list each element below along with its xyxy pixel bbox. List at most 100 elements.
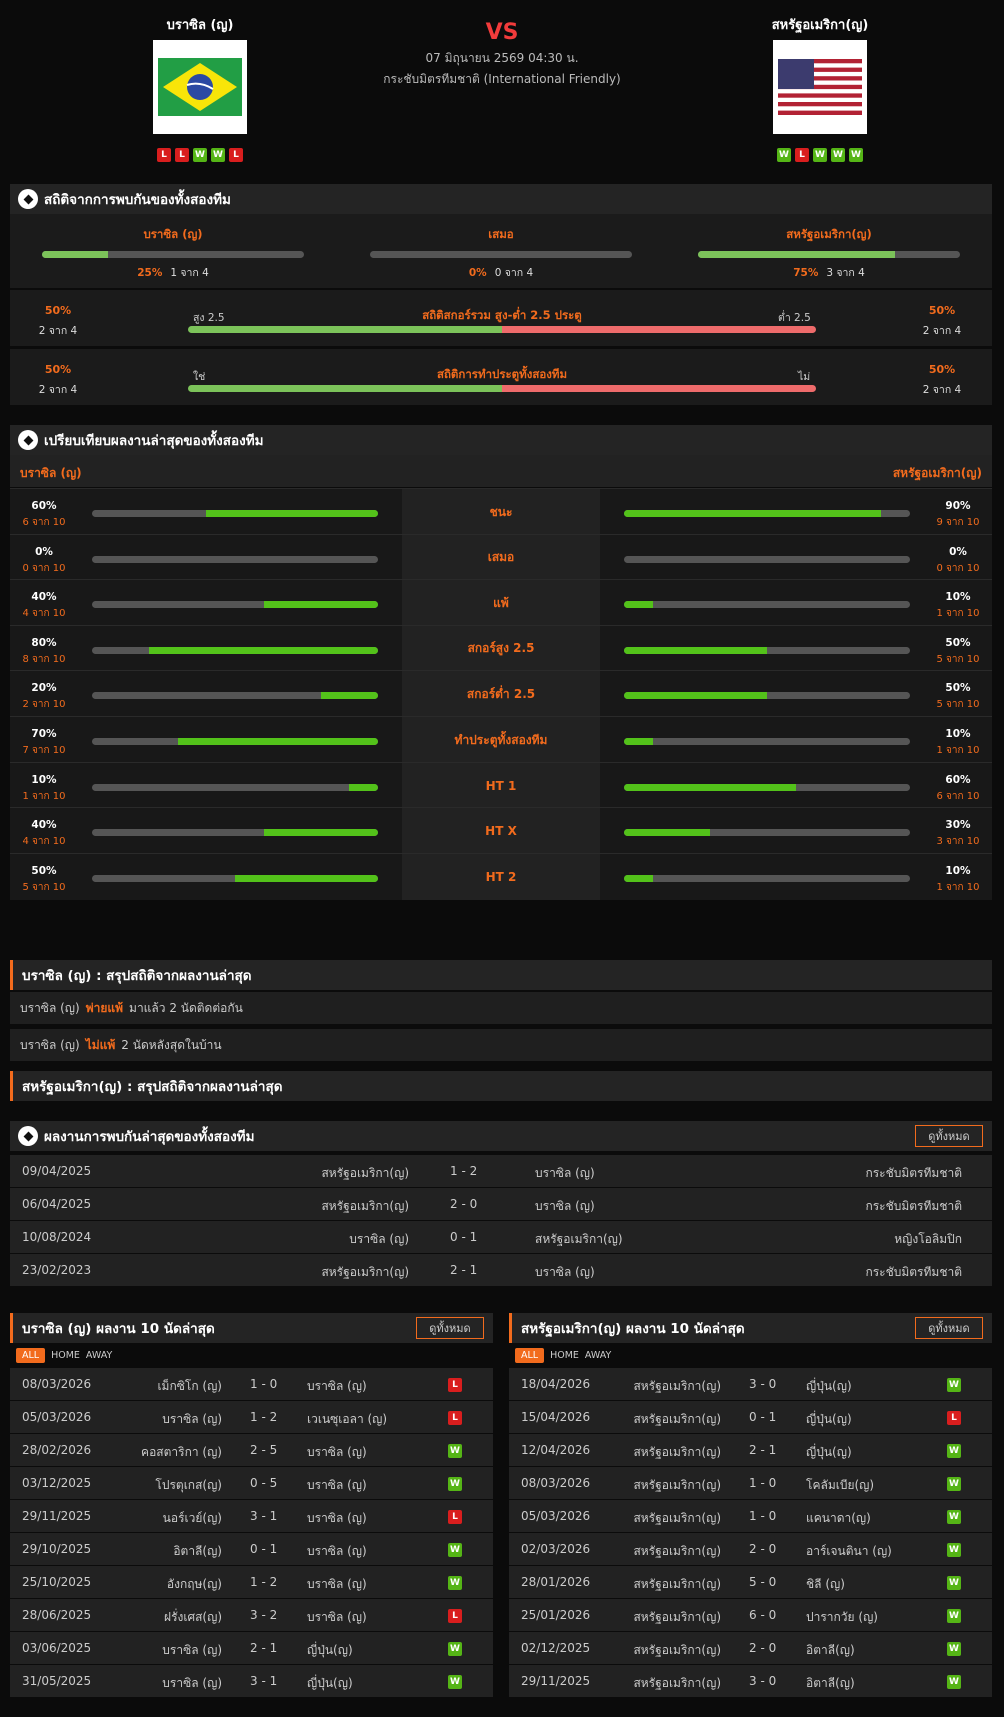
match-row[interactable]: 31/05/2025 บราซิล (ญ) 3 - 1 ญี่ปุ่น(ญ) W — [10, 1665, 493, 1697]
match-away-team[interactable]: บราซิล (ญ) — [307, 1608, 367, 1627]
history-away-team[interactable]: สหรัฐอเมริกา(ญ) — [535, 1230, 623, 1249]
match-row[interactable]: 29/11/2025 นอร์เวย์(ญ) 3 - 1 บราซิล (ญ) … — [10, 1500, 493, 1532]
match-row[interactable]: 02/12/2025 สหรัฐอเมริกา(ญ) 2 - 0 อิตาลี(… — [509, 1632, 992, 1664]
match-away-team[interactable]: แคนาดา(ญ) — [806, 1509, 871, 1528]
away-bar-fill — [624, 829, 710, 837]
result-badge: W — [947, 1642, 961, 1656]
match-row[interactable]: 08/03/2026 สหรัฐอเมริกา(ญ) 1 - 0 โคลัมเบ… — [509, 1467, 992, 1499]
history-row[interactable]: 23/02/2023 สหรัฐอเมริกา(ญ) 2 - 1 บราซิล … — [10, 1254, 992, 1286]
match-home-team[interactable]: สหรัฐอเมริกา(ญ) — [633, 1509, 721, 1528]
match-home-team[interactable]: สหรัฐอเมริกา(ญ) — [633, 1608, 721, 1627]
history-away-team[interactable]: บราซิล (ญ) — [535, 1263, 595, 1282]
match-home-team[interactable]: สหรัฐอเมริกา(ญ) — [633, 1476, 721, 1495]
match-home-team[interactable]: สหรัฐอเมริกา(ญ) — [633, 1410, 721, 1429]
match-away-team[interactable]: ญี่ปุ่น(ญ) — [806, 1377, 852, 1396]
match-home-team[interactable]: สหรัฐอเมริกา(ญ) — [633, 1443, 721, 1462]
history-row[interactable]: 09/04/2025 สหรัฐอเมริกา(ญ) 1 - 2 บราซิล … — [10, 1155, 992, 1187]
tab-home[interactable]: HOME — [51, 1350, 80, 1361]
match-date: 29/11/2025 — [22, 1509, 92, 1523]
match-away-team[interactable]: โคลัมเบีย(ญ) — [806, 1476, 874, 1495]
match-row[interactable]: 28/06/2025 ฝรั่งเศส(ญ) 3 - 2 บราซิล (ญ) … — [10, 1599, 493, 1631]
match-away-team[interactable]: ญี่ปุ่น(ญ) — [307, 1641, 353, 1660]
history-away-team[interactable]: บราซิล (ญ) — [535, 1197, 595, 1216]
match-home-team[interactable]: โปรตุเกส(ญ) — [155, 1476, 222, 1495]
home-bar-fill — [149, 646, 378, 654]
tab-away[interactable]: AWAY — [585, 1350, 611, 1361]
compare-row: 60% 6 จาก 10 ชนะ 90% 9 จาก 10 — [10, 488, 992, 535]
away-last10-view-all-button[interactable]: ดูทั้งหมด — [915, 1317, 983, 1339]
match-competition: กระชับมิตรทีมชาติ (International Friendl… — [383, 72, 621, 86]
match-row[interactable]: 03/06/2025 บราซิล (ญ) 2 - 1 ญี่ปุ่น(ญ) W — [10, 1632, 493, 1664]
match-row[interactable]: 02/03/2026 สหรัฐอเมริกา(ญ) 2 - 0 อาร์เจน… — [509, 1533, 992, 1565]
match-home-team[interactable]: บราซิล (ญ) — [162, 1674, 222, 1693]
match-home-team[interactable]: สหรัฐอเมริกา(ญ) — [633, 1641, 721, 1660]
match-away-team[interactable]: ชิลี (ญ) — [806, 1575, 845, 1594]
match-row[interactable]: 25/10/2025 อังกฤษ(ญ) 1 - 2 บราซิล (ญ) W — [10, 1566, 493, 1598]
match-away-team[interactable]: บราซิล (ญ) — [307, 1509, 367, 1528]
match-away-team[interactable]: บราซิล (ญ) — [307, 1443, 367, 1462]
match-home-team[interactable]: นอร์เวย์(ญ) — [163, 1509, 222, 1528]
match-row[interactable]: 03/12/2025 โปรตุเกส(ญ) 0 - 5 บราซิล (ญ) … — [10, 1467, 493, 1499]
match-away-team[interactable]: เวเนซุเอลา (ญ) — [307, 1410, 387, 1429]
match-home-team[interactable]: สหรัฐอเมริกา(ญ) — [633, 1674, 721, 1693]
match-away-team[interactable]: อิตาลี(ญ) — [806, 1641, 855, 1660]
match-home-team[interactable]: คอสตาริกา (ญ) — [141, 1443, 222, 1462]
match-away-team[interactable]: ญี่ปุ่น(ญ) — [806, 1443, 852, 1462]
match-home-team[interactable]: ฝรั่งเศส(ญ) — [164, 1608, 222, 1627]
history-row[interactable]: 10/08/2024 บราซิล (ญ) 0 - 1 สหรัฐอเมริกา… — [10, 1221, 992, 1253]
tab-all[interactable]: ALL — [515, 1347, 545, 1363]
match-row[interactable]: 15/04/2026 สหรัฐอเมริกา(ญ) 0 - 1 ญี่ปุ่น… — [509, 1401, 992, 1433]
match-away-team[interactable]: ญี่ปุ่น(ญ) — [307, 1674, 353, 1693]
history-away-team[interactable]: บราซิล (ญ) — [535, 1164, 595, 1183]
match-row[interactable]: 28/01/2026 สหรัฐอเมริกา(ญ) 5 - 0 ชิลี (ญ… — [509, 1566, 992, 1598]
match-away-team[interactable]: อาร์เจนตินา (ญ) — [806, 1542, 892, 1561]
match-away-team[interactable]: บราซิล (ญ) — [307, 1476, 367, 1495]
match-home-team[interactable]: สหรัฐอเมริกา(ญ) — [633, 1542, 721, 1561]
match-row[interactable]: 12/04/2026 สหรัฐอเมริกา(ญ) 2 - 1 ญี่ปุ่น… — [509, 1434, 992, 1466]
tab-home[interactable]: HOME — [550, 1350, 579, 1361]
match-score: 0 - 1 — [250, 1542, 278, 1556]
match-home-team[interactable]: บราซิล (ญ) — [162, 1641, 222, 1660]
match-home-team[interactable]: สหรัฐอเมริกา(ญ) — [633, 1377, 721, 1396]
match-away-team[interactable]: บราซิล (ญ) — [307, 1575, 367, 1594]
tab-away[interactable]: AWAY — [86, 1350, 112, 1361]
match-home-team[interactable]: อิตาลี(ญ) — [173, 1542, 222, 1561]
match-row[interactable]: 18/04/2026 สหรัฐอเมริกา(ญ) 3 - 0 ญี่ปุ่น… — [509, 1368, 992, 1400]
form-badge: L — [175, 148, 189, 162]
away-form-strip: WLWWW — [720, 148, 920, 162]
history-row[interactable]: 06/04/2025 สหรัฐอเมริกา(ญ) 2 - 0 บราซิล … — [10, 1188, 992, 1220]
home-team[interactable]: บราซิล (ญ) LLWWL — [100, 14, 300, 162]
home-team-name[interactable]: บราซิล (ญ) — [100, 14, 300, 34]
away-bar-fill — [624, 874, 653, 882]
match-info: VS 07 มิถุนายน 2569 04:30 น. กระชับมิตรท… — [300, 20, 704, 89]
history-home-team[interactable]: สหรัฐอเมริกา(ญ) — [321, 1263, 409, 1282]
match-row[interactable]: 08/03/2026 เม็กซิโก (ญ) 1 - 0 บราซิล (ญ)… — [10, 1368, 493, 1400]
match-home-team[interactable]: บราซิล (ญ) — [162, 1410, 222, 1429]
match-away-team[interactable]: ปารากวัย (ญ) — [806, 1608, 878, 1627]
match-row[interactable]: 05/03/2026 สหรัฐอเมริกา(ญ) 1 - 0 แคนาดา(… — [509, 1500, 992, 1532]
compare-away-side: 10% 1 จาก 10 — [600, 717, 992, 763]
history-home-team[interactable]: บราซิล (ญ) — [349, 1230, 409, 1249]
match-home-team[interactable]: สหรัฐอเมริกา(ญ) — [633, 1575, 721, 1594]
match-away-team[interactable]: บราซิล (ญ) — [307, 1377, 367, 1396]
match-row[interactable]: 29/10/2025 อิตาลี(ญ) 0 - 1 บราซิล (ญ) W — [10, 1533, 493, 1565]
home-last10-view-all-button[interactable]: ดูทั้งหมด — [416, 1317, 484, 1339]
match-away-team[interactable]: อิตาลี(ญ) — [806, 1674, 855, 1693]
history-home-team[interactable]: สหรัฐอเมริกา(ญ) — [321, 1164, 409, 1183]
match-home-team[interactable]: อังกฤษ(ญ) — [167, 1575, 222, 1594]
match-home-team[interactable]: เม็กซิโก (ญ) — [157, 1377, 222, 1396]
away-team-name[interactable]: สหรัฐอเมริกา(ญ) — [720, 14, 920, 34]
home-bar — [92, 692, 378, 700]
match-row[interactable]: 25/01/2026 สหรัฐอเมริกา(ญ) 6 - 0 ปารากวั… — [509, 1599, 992, 1631]
match-row[interactable]: 05/03/2026 บราซิล (ญ) 1 - 2 เวเนซุเอลา (… — [10, 1401, 493, 1433]
match-away-team[interactable]: ญี่ปุ่น(ญ) — [806, 1410, 852, 1429]
match-row[interactable]: 29/11/2025 สหรัฐอเมริกา(ญ) 3 - 0 อิตาลี(… — [509, 1665, 992, 1697]
history-view-all-button[interactable]: ดูทั้งหมด — [915, 1125, 983, 1147]
tab-all[interactable]: ALL — [16, 1347, 46, 1363]
match-row[interactable]: 28/02/2026 คอสตาริกา (ญ) 2 - 5 บราซิล (ญ… — [10, 1434, 493, 1466]
compare-away-side: 90% 9 จาก 10 — [600, 489, 992, 535]
away-team[interactable]: สหรัฐอเมริกา(ญ) WLWWW — [720, 14, 920, 162]
match-away-team[interactable]: บราซิล (ญ) — [307, 1542, 367, 1561]
result-badge: W — [947, 1576, 961, 1590]
history-home-team[interactable]: สหรัฐอเมริกา(ญ) — [321, 1197, 409, 1216]
